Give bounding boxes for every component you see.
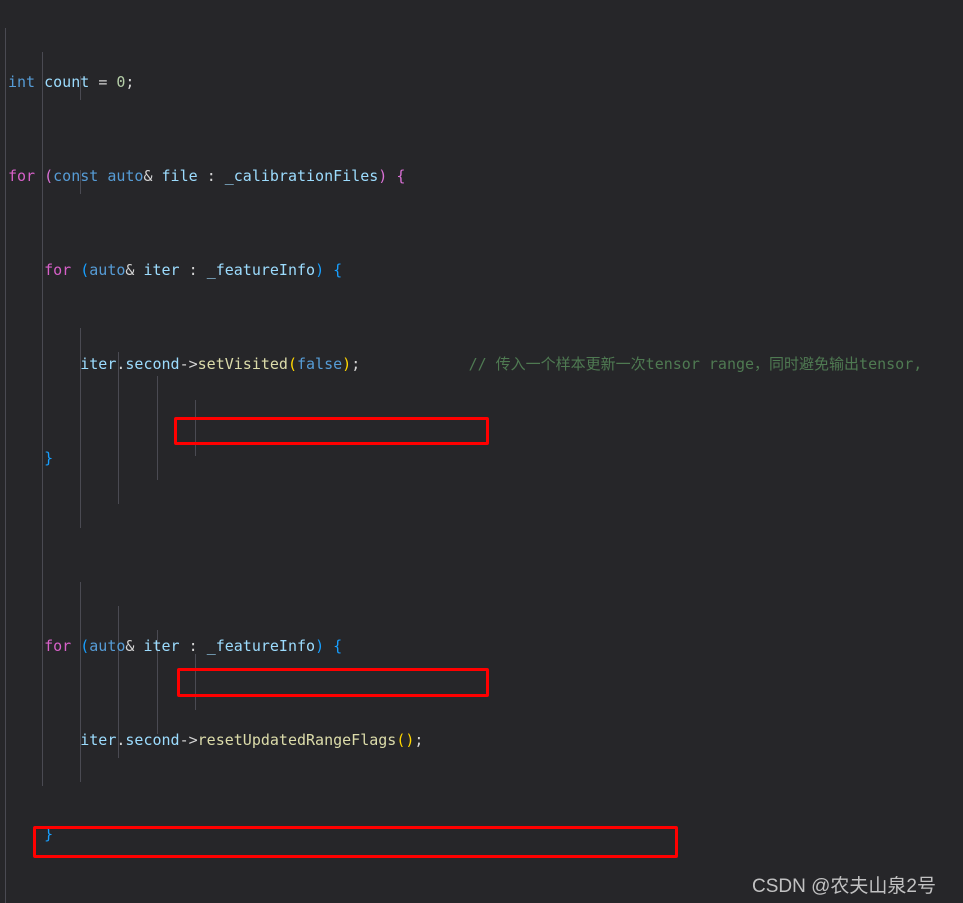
code-line[interactable]: } <box>0 823 963 847</box>
code-line[interactable]: } <box>0 447 963 471</box>
inline-comment-cn-1: // 传入一个样本更新一次tensor range，同时避免输出tensor, <box>468 354 923 373</box>
code-text-layer[interactable]: int count = 0; for (const auto& file : _… <box>0 0 963 903</box>
code-line[interactable]: iter.second->resetUpdatedRangeFlags(); <box>0 729 963 753</box>
code-line[interactable]: int count = 0; <box>0 71 963 95</box>
csdn-watermark: CSDN @农夫山泉2号 <box>752 876 936 897</box>
code-line-blank[interactable] <box>0 541 963 565</box>
code-line[interactable]: for (auto& iter : _featureInfo) { <box>0 635 963 659</box>
code-line[interactable]: for (const auto& file : _calibrationFile… <box>0 165 963 189</box>
code-line[interactable]: iter.second->setVisited(false); // 传入一个样… <box>0 353 963 377</box>
code-editor-viewport[interactable]: int count = 0; for (const auto& file : _… <box>0 0 963 903</box>
code-line[interactable]: for (auto& iter : _featureInfo) { <box>0 259 963 283</box>
